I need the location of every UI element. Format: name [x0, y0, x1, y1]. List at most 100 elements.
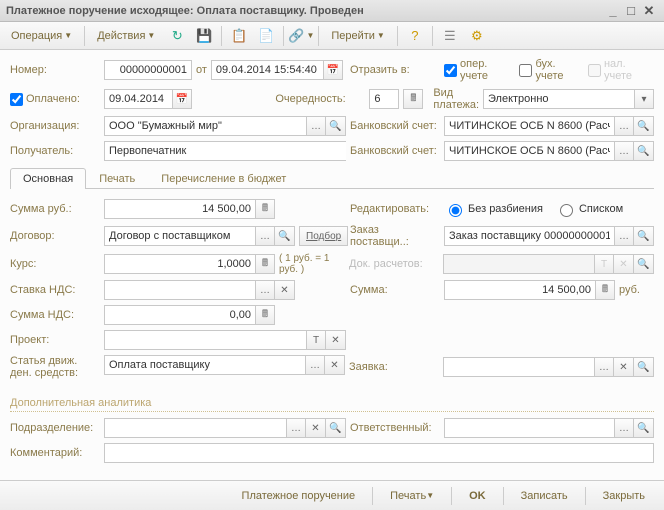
goto-menu[interactable]: Перейти▼	[324, 25, 392, 47]
ellipsis-icon[interactable]: …	[614, 141, 634, 161]
resp-input[interactable]	[444, 418, 614, 438]
sum-input[interactable]	[104, 199, 255, 219]
tab-print[interactable]: Печать	[86, 168, 148, 189]
vat-rate-input[interactable]	[104, 280, 255, 300]
sum2-label: Сумма:	[350, 284, 440, 296]
maximize-icon[interactable]: □	[622, 2, 640, 20]
search-icon[interactable]: 🔍	[634, 116, 654, 136]
ellipsis-icon[interactable]: …	[305, 355, 325, 375]
bank1-label: Банковский счет:	[350, 120, 440, 132]
select-button[interactable]: Подбор	[299, 226, 348, 246]
ellipsis-icon[interactable]: …	[614, 418, 634, 438]
ellipsis-icon[interactable]: …	[614, 116, 634, 136]
text-icon[interactable]: T	[306, 330, 326, 350]
calc-icon[interactable]: 🖩	[595, 280, 615, 300]
search-icon[interactable]: 🔍	[326, 418, 346, 438]
rate-input[interactable]	[104, 254, 255, 274]
unpost-icon[interactable]: 📄	[254, 25, 278, 47]
dept-label: Подразделение:	[10, 422, 100, 434]
search-icon[interactable]: 🔍	[634, 141, 654, 161]
settings-icon[interactable]: ⚙	[465, 25, 489, 47]
docs-label: Док. расчетов:	[349, 258, 439, 270]
tab-main[interactable]: Основная	[10, 168, 86, 189]
close-button[interactable]: Закрыть	[592, 485, 656, 507]
help-icon[interactable]: ?	[403, 25, 427, 47]
order-input[interactable]	[444, 226, 614, 246]
clear-icon[interactable]: ✕	[326, 330, 346, 350]
calc-icon[interactable]: 🖩	[255, 199, 275, 219]
ellipsis-icon[interactable]: …	[286, 418, 306, 438]
save-button[interactable]: Записать	[510, 485, 579, 507]
search-icon[interactable]: 🔍	[326, 116, 346, 136]
request-input[interactable]	[443, 357, 594, 377]
org-input[interactable]	[104, 116, 306, 136]
save-icon[interactable]: 💾	[192, 25, 216, 47]
ellipsis-icon[interactable]: …	[614, 226, 634, 246]
print-button[interactable]: Печать ▼	[379, 485, 445, 507]
bottombar: Платежное поручение Печать ▼ OK Записать…	[0, 480, 664, 510]
buh-check[interactable]: бух. учете	[519, 58, 584, 82]
radio-list[interactable]: Списком	[555, 201, 623, 217]
rate-label: Курс:	[10, 258, 100, 270]
close-icon[interactable]: ✕	[640, 2, 658, 20]
vat-sum-input[interactable]	[104, 305, 255, 325]
operation-menu[interactable]: Операция▼	[4, 25, 79, 47]
calc-icon[interactable]: 🖩	[255, 254, 275, 274]
bank2-input[interactable]	[444, 141, 614, 161]
nal-check[interactable]: нал. учете	[588, 58, 654, 82]
search-icon[interactable]: 🔍	[634, 226, 654, 246]
paid-check[interactable]: Оплачено:	[10, 93, 100, 106]
ellipsis-icon[interactable]: …	[594, 357, 614, 377]
actions-menu[interactable]: Действия▼	[90, 25, 162, 47]
paytype-select[interactable]	[483, 89, 634, 109]
project-input[interactable]	[104, 330, 306, 350]
edit-label: Редактировать:	[350, 203, 440, 215]
contract-input[interactable]	[104, 226, 255, 246]
bank1-input[interactable]	[444, 116, 614, 136]
recipient-input[interactable]	[104, 141, 346, 161]
sum2-input[interactable]	[444, 280, 595, 300]
from-label: от	[196, 64, 207, 76]
dropdown-icon[interactable]: ▾	[634, 89, 654, 109]
calendar-icon[interactable]: 📅	[323, 60, 343, 80]
contract-label: Договор:	[10, 230, 100, 242]
calc-icon[interactable]: 🖩	[255, 305, 275, 325]
calc-icon[interactable]: 🖩	[403, 89, 423, 109]
clear-icon[interactable]: ✕	[275, 280, 295, 300]
recipient-label: Получатель:	[10, 145, 100, 157]
date-input[interactable]	[211, 60, 323, 80]
ellipsis-icon[interactable]: …	[255, 280, 275, 300]
minimize-icon[interactable]: _	[604, 2, 622, 20]
doc-button[interactable]: Платежное поручение	[231, 485, 367, 507]
comment-input[interactable]	[104, 443, 654, 463]
number-input[interactable]	[104, 60, 192, 80]
search-icon[interactable]: 🔍	[275, 226, 295, 246]
bank2-label: Банковский счет:	[350, 145, 440, 157]
toolbar: Операция▼ Действия▼ ↻ 💾 📋 📄 🔗▼ Перейти▼ …	[0, 22, 664, 50]
priority-input[interactable]	[369, 89, 399, 109]
post-icon[interactable]: 📋	[227, 25, 251, 47]
dept-input[interactable]	[104, 418, 286, 438]
paid-date-input[interactable]	[104, 89, 172, 109]
calendar-icon[interactable]: 📅	[172, 89, 192, 109]
search-icon[interactable]: 🔍	[634, 357, 654, 377]
cashflow-input[interactable]	[104, 355, 305, 375]
clear-icon[interactable]: ✕	[325, 355, 345, 375]
structure-icon[interactable]: 🔗▼	[289, 25, 313, 47]
request-label: Заявка:	[349, 361, 439, 373]
ellipsis-icon[interactable]: …	[306, 116, 326, 136]
search-icon: 🔍	[634, 254, 654, 274]
refresh-icon[interactable]: ↻	[165, 25, 189, 47]
ellipsis-icon[interactable]: …	[255, 226, 275, 246]
window-title: Платежное поручение исходящее: Оплата по…	[6, 5, 364, 17]
radio-no-split[interactable]: Без разбиения	[444, 201, 543, 217]
ok-button[interactable]: OK	[458, 485, 497, 507]
clear-icon[interactable]: ✕	[306, 418, 326, 438]
tab-budget[interactable]: Перечисление в бюджет	[148, 168, 299, 189]
titlebar: Платежное поручение исходящее: Оплата по…	[0, 0, 664, 22]
oper-check[interactable]: опер. учете	[444, 58, 515, 82]
clear-icon[interactable]: ✕	[614, 357, 634, 377]
list-icon[interactable]: ☰	[438, 25, 462, 47]
docs-input	[443, 254, 594, 274]
search-icon[interactable]: 🔍	[634, 418, 654, 438]
